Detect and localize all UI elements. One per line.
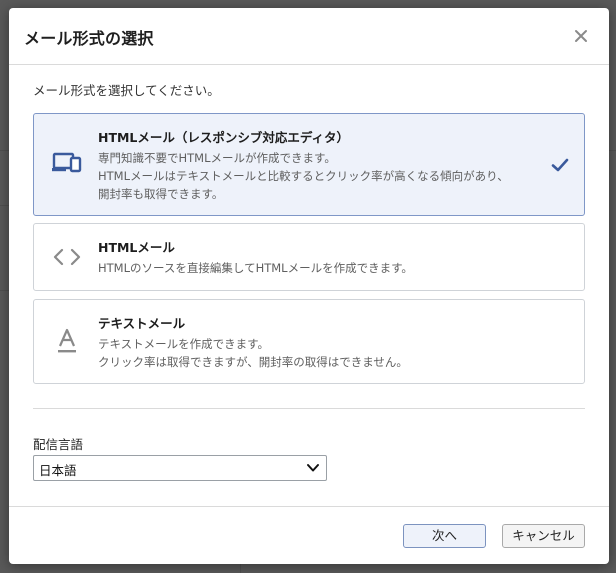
option-description: HTMLのソースを直接編集してHTMLメールを作成できます。 <box>98 259 413 277</box>
text-format-icon <box>58 328 76 353</box>
option-text[interactable]: テキストメール テキストメールを作成できます。 クリック率は取得できますが、開封… <box>33 299 585 384</box>
cancel-button[interactable]: キャンセル <box>502 524 585 548</box>
responsive-device-icon <box>52 152 82 173</box>
dialog-header: メール形式の選択 <box>9 8 609 65</box>
option-description-line: HTMLメールはテキストメールと比較するとクリック率が高くなる傾向があり、 <box>98 169 509 183</box>
dialog-title: メール形式の選択 <box>24 29 154 48</box>
footer-divider <box>9 506 609 507</box>
language-select-value: 日本語 <box>39 463 77 478</box>
close-icon <box>575 30 587 42</box>
language-select[interactable]: 日本語 <box>33 455 327 481</box>
mail-format-dialog: メール形式の選択 メール形式を選択してください。 HTMLメール（レスポンシブ対… <box>9 8 609 564</box>
option-title: テキストメール <box>98 316 186 331</box>
option-description-line: テキストメールを作成できます。 <box>98 337 270 351</box>
dialog-prompt: メール形式を選択してください。 <box>33 83 220 98</box>
option-responsive-html[interactable]: HTMLメール（レスポンシブ対応エディタ） 専門知識不要でHTMLメールが作成で… <box>33 113 585 216</box>
code-brackets-icon <box>53 248 81 266</box>
option-title: HTMLメール（レスポンシブ対応エディタ） <box>98 130 350 145</box>
option-description-line: 専門知識不要でHTMLメールが作成できます。 <box>98 151 336 165</box>
close-button[interactable] <box>569 24 593 48</box>
option-description: テキストメールを作成できます。 クリック率は取得できますが、開封率の取得はできま… <box>98 335 408 371</box>
language-label: 配信言語 <box>33 437 84 452</box>
check-icon <box>551 158 569 172</box>
option-description: 専門知識不要でHTMLメールが作成できます。 HTMLメールはテキストメールと比… <box>98 149 509 203</box>
option-description-line: 開封率も取得できます。 <box>98 187 224 201</box>
section-divider <box>33 408 585 409</box>
option-title: HTMLメール <box>98 240 175 255</box>
chevron-down-icon <box>307 464 319 472</box>
next-button[interactable]: 次へ <box>403 524 486 548</box>
option-description-line: HTMLのソースを直接編集してHTMLメールを作成できます。 <box>98 261 413 275</box>
option-description-line: クリック率は取得できますが、開封率の取得はできません。 <box>98 355 408 369</box>
option-html[interactable]: HTMLメール HTMLのソースを直接編集してHTMLメールを作成できます。 <box>33 223 585 291</box>
